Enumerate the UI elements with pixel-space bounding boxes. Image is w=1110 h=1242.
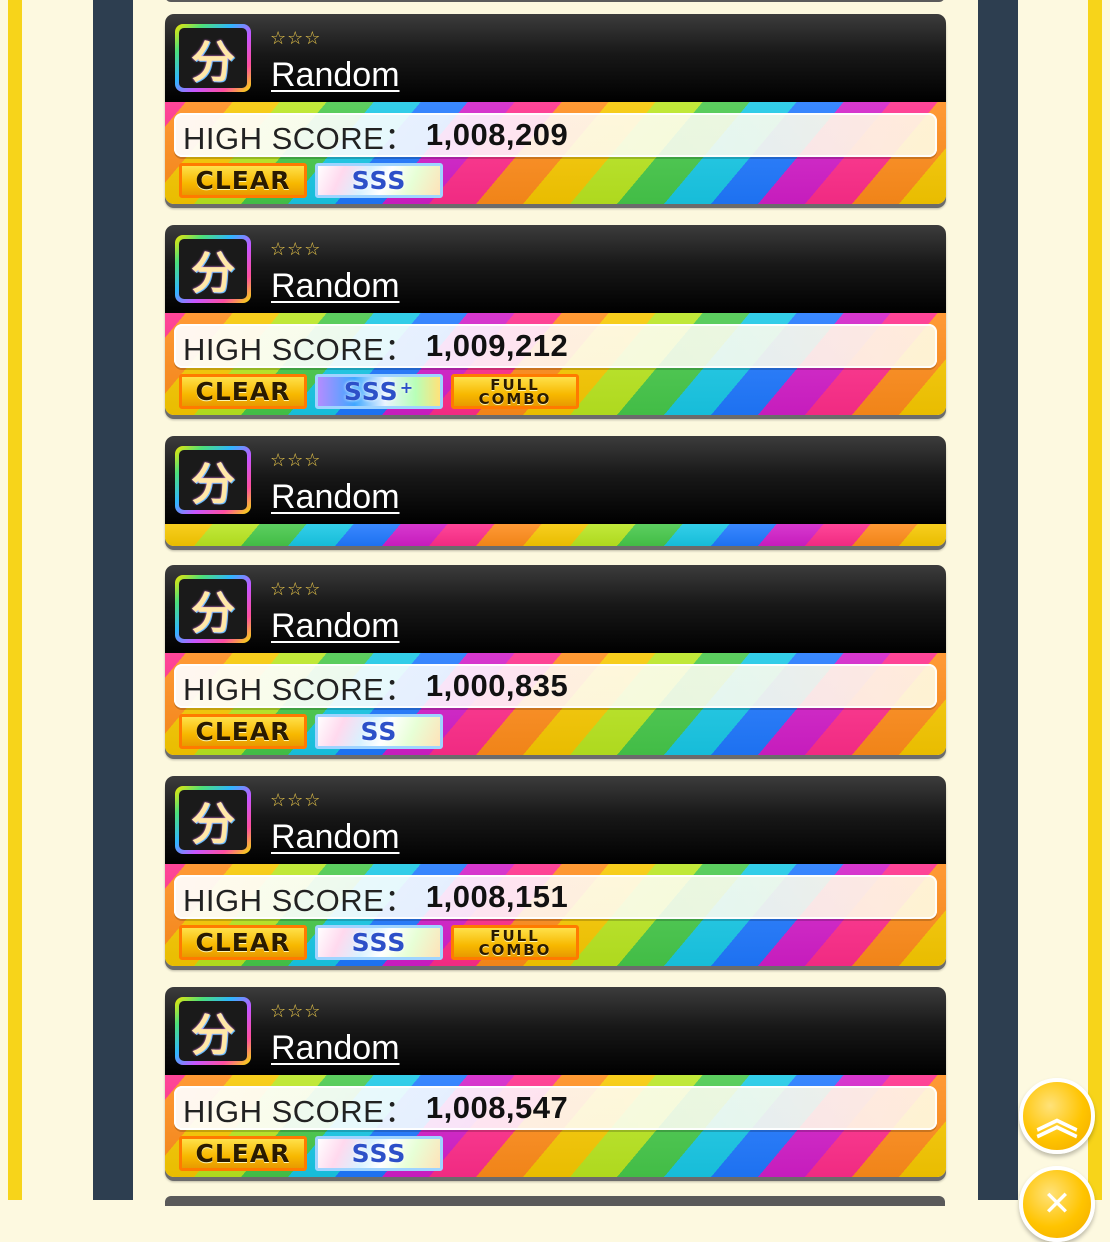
song-title-link[interactable]: Random [271,1029,400,1068]
high-score-value: 1,008,209 [425,117,569,152]
badge-row: CLEAR SSS [179,163,443,199]
high-score-label: HIGH SCORE： [183,882,416,918]
rank-plus: + [399,378,415,397]
rank-text: SSS [343,377,399,406]
genre-icon: 分 [175,235,251,303]
clear-badge: CLEAR [179,163,307,198]
difficulty-stars: ☆☆☆ [270,28,322,49]
genre-glyph: 分 [179,579,247,639]
high-score-box: HIGH SCORE： 1,000,835 [174,664,937,708]
song-card[interactable]: 分 ☆☆☆ Random HIGH SCORE： 1,008,547 CLEAR… [165,987,946,1177]
genre-glyph: 分 [179,790,247,850]
difficulty-stars: ☆☆☆ [270,790,322,811]
clear-badge: CLEAR [179,925,307,960]
genre-glyph: 分 [179,450,247,510]
chevron-down-icon: ✕ [1042,1184,1072,1224]
high-score-label: HIGH SCORE： [183,1093,416,1129]
genre-glyph: 分 [179,1001,247,1061]
chevron-double-up-icon: ︽ [1035,1094,1078,1144]
song-card[interactable]: 分 ☆☆☆ Random HIGH SCORE： 1,000,835 CLEAR… [165,565,946,755]
scroll-to-top-button[interactable]: ︽ [1019,1078,1095,1154]
high-score-label: HIGH SCORE： [183,671,416,707]
rank-text: SS [360,717,398,746]
previous-card-edge [165,0,945,2]
full-combo-badge: FULL COMBO [451,374,579,409]
high-score-value: 1,008,547 [425,1090,569,1125]
frame-navy-right [978,0,1018,1200]
difficulty-stars: ☆☆☆ [270,239,322,260]
song-title-link[interactable]: Random [271,607,400,646]
high-score-label: HIGH SCORE： [183,331,416,367]
high-score-value: 1,008,151 [425,879,569,914]
genre-icon: 分 [175,997,251,1065]
genre-icon: 分 [175,575,251,643]
clear-badge: CLEAR [179,714,307,749]
high-score-box: HIGH SCORE： 1,008,547 [174,1086,937,1130]
rank-text: SSS [351,166,407,195]
rank-badge: SSS [315,925,443,960]
full-combo-badge: FULL COMBO [451,925,579,960]
badge-row: CLEAR SSS [179,1136,443,1172]
full-combo-line2: COMBO [478,389,552,408]
genre-icon: 分 [175,24,251,92]
difficulty-stars: ☆☆☆ [270,450,322,471]
badge-row: CLEAR SSS + FULL COMBO [179,374,579,410]
frame-navy-left [93,0,133,1200]
song-title-link[interactable]: Random [271,478,400,517]
card-rainbow-background [165,524,946,546]
rank-badge: SS [315,714,443,749]
difficulty-stars: ☆☆☆ [270,1001,322,1022]
clear-badge: CLEAR [179,374,307,409]
high-score-value: 1,000,835 [425,668,569,703]
high-score-label: HIGH SCORE： [183,120,416,156]
badge-row: CLEAR SSS FULL COMBO [179,925,579,961]
next-card-edge [165,1196,945,1206]
badge-row: CLEAR SS [179,714,443,750]
difficulty-stars: ☆☆☆ [270,579,322,600]
rank-badge: SSS + [315,374,443,409]
clear-badge: CLEAR [179,1136,307,1171]
high-score-box: HIGH SCORE： 1,008,209 [174,113,937,157]
song-card[interactable]: 分 ☆☆☆ Random HIGH SCORE： 1,009,212 CLEAR… [165,225,946,415]
high-score-box: HIGH SCORE： 1,008,151 [174,875,937,919]
rank-badge: SSS [315,163,443,198]
rank-text: SSS [351,928,407,957]
song-title-link[interactable]: Random [271,818,400,857]
frame-yellow-left [8,0,22,1200]
rank-text: SSS [351,1139,407,1168]
song-card[interactable]: 分 ☆☆☆ Random HIGH SCORE： 1,008,209 CLEAR… [165,14,946,204]
high-score-value: 1,009,212 [425,328,569,363]
full-combo-line2: COMBO [478,940,552,959]
genre-glyph: 分 [179,239,247,299]
high-score-box: HIGH SCORE： 1,009,212 [174,324,937,368]
frame-yellow-right [1088,0,1102,1200]
song-title-link[interactable]: Random [271,56,400,95]
song-title-link[interactable]: Random [271,267,400,306]
genre-icon: 分 [175,786,251,854]
song-card[interactable]: 分 ☆☆☆ Random HIGH SCORE： 1,008,151 CLEAR… [165,776,946,966]
scroll-to-bottom-button[interactable]: ✕ [1019,1166,1095,1242]
rank-badge: SSS [315,1136,443,1171]
song-card[interactable]: 分 ☆☆☆ Random [165,436,946,546]
genre-glyph: 分 [179,28,247,88]
genre-icon: 分 [175,446,251,514]
